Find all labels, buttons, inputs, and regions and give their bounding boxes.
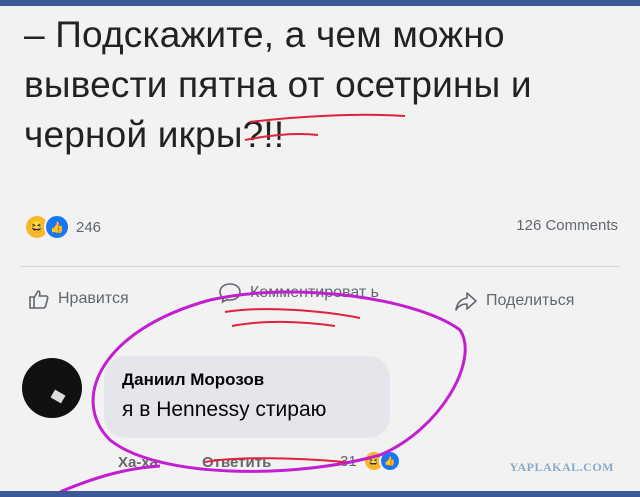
- comments-count[interactable]: 126 Comments: [516, 217, 618, 234]
- like-button[interactable]: Нравится: [28, 288, 129, 310]
- comment-text: я в Hennessy стираю: [122, 398, 327, 421]
- bottom-frame-bar: [0, 491, 640, 497]
- comment-haha-link[interactable]: Ха-ха: [118, 454, 158, 471]
- comment-reply-link[interactable]: Ответить: [202, 454, 271, 471]
- reactions-summary[interactable]: 😆 👍 246: [24, 214, 101, 240]
- post-actions: Нравится Комментироват ь Поделиться: [20, 282, 620, 318]
- divider: [20, 266, 620, 267]
- comment-bubble: Даниил Морозов я в Hennessy стираю: [104, 356, 390, 438]
- share-label: Поделиться: [486, 292, 575, 309]
- avatar[interactable]: [22, 358, 82, 418]
- comment-meta: Ха-ха Ответить 31 😆 👍: [118, 450, 448, 476]
- like-label: Нравится: [58, 290, 129, 307]
- watermark: YAPLAKAL.COM: [509, 460, 614, 474]
- like-icon: 👍: [378, 450, 401, 472]
- comment-label: Комментироват ь: [250, 284, 379, 301]
- like-icon: 👍: [44, 214, 70, 240]
- top-frame-bar: [0, 0, 640, 6]
- comment-icon: [219, 283, 241, 304]
- share-button[interactable]: Поделиться: [454, 290, 574, 312]
- thumbs-up-icon: [29, 290, 49, 309]
- post-text: – Подскажите, а чем можно вывести пятна …: [24, 14, 532, 155]
- share-icon: [455, 292, 477, 311]
- reaction-count: 246: [76, 218, 102, 236]
- comment-reaction-count: 31: [340, 452, 357, 470]
- post-stats: 😆 👍 246 126 Comments: [24, 212, 620, 240]
- comment-button[interactable]: Комментироват ь: [218, 282, 420, 304]
- avatar-glint: [50, 389, 66, 404]
- comment-reactions[interactable]: 31 😆 👍: [340, 450, 401, 472]
- comment-author[interactable]: Даниил Морозов: [122, 370, 264, 390]
